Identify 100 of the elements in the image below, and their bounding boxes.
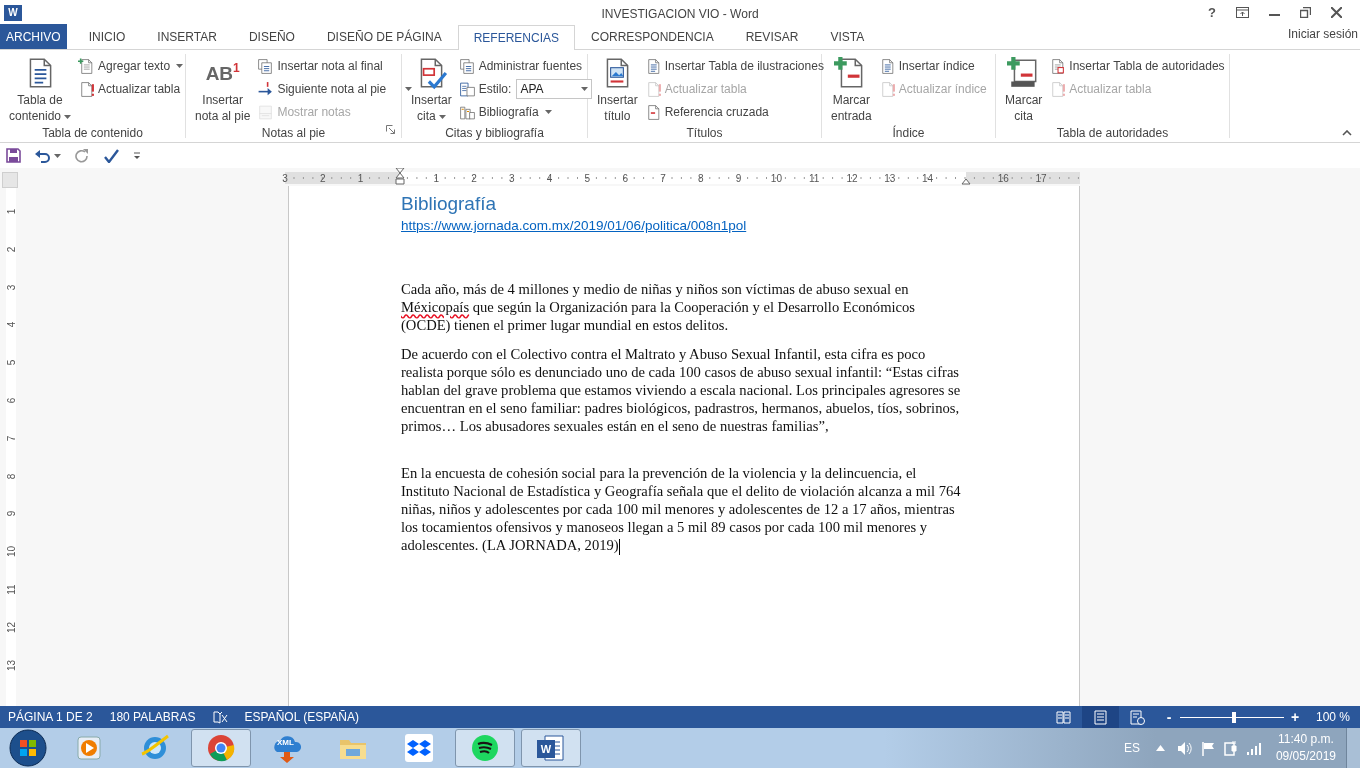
help-button[interactable]: ? xyxy=(1208,2,1216,23)
ruler-number: 17 xyxy=(1034,172,1048,186)
taskbar-button[interactable]: W xyxy=(521,729,581,767)
field-label: Estilo: xyxy=(478,81,512,98)
ribbon-tab[interactable]: INICIO xyxy=(72,24,142,49)
ribbon-tab[interactable]: DISEÑO DE PÁGINA xyxy=(310,24,458,49)
ruler-number: 3 xyxy=(508,172,516,186)
save-icon[interactable] xyxy=(6,148,21,163)
speaker-icon[interactable] xyxy=(1176,740,1193,756)
restore-icon[interactable] xyxy=(1300,7,1311,18)
undo-icon[interactable] xyxy=(35,148,51,163)
ribbon-display-icon[interactable] xyxy=(1236,7,1249,18)
ribbon-button[interactable]: Insertar Tabla de autoridades xyxy=(1049,55,1225,77)
ribbon-button[interactable]: Marcar entrada xyxy=(828,54,875,124)
ribbon-button[interactable]: Administrar fuentes xyxy=(458,55,593,77)
ribbon-button[interactable]: Insertar índice xyxy=(878,55,987,77)
arrow-icon xyxy=(257,80,275,98)
document-stamp-icon xyxy=(1049,57,1067,75)
sign-in-link[interactable]: Iniciar sesión xyxy=(1287,25,1358,43)
documents-icon xyxy=(257,57,275,75)
document-link[interactable]: https://www.jornada.com.mx/2019/01/06/politica/008n1pol xyxy=(401,216,747,236)
ruler-number: 6 xyxy=(621,172,629,186)
collapse-ribbon-icon[interactable] xyxy=(1342,130,1352,136)
redo-icon[interactable] xyxy=(75,148,89,163)
ribbon-tab[interactable]: REVISAR xyxy=(729,24,815,49)
group-label: Índice xyxy=(892,124,925,142)
ribbon-button[interactable]: Bibliografía xyxy=(458,101,593,123)
ribbon-tab[interactable]: ARCHIVO xyxy=(0,24,67,49)
footnote-glyph: AB$^{1}$ xyxy=(205,60,240,86)
ruler-number: 11 xyxy=(4,583,18,597)
show-hidden-icons-icon[interactable] xyxy=(1155,745,1165,751)
zoom-out-button[interactable]: - xyxy=(1163,706,1174,728)
group-label: Notas al pie xyxy=(261,125,326,142)
ribbon-button[interactable]: Actualizar tabla xyxy=(78,78,184,100)
signal-bars-icon[interactable] xyxy=(1245,741,1262,755)
group-label: Tabla de contenido xyxy=(42,125,143,142)
ruler-number: 7 xyxy=(4,434,18,444)
ruler-number: 4 xyxy=(545,172,554,186)
address-book-icon xyxy=(458,80,476,98)
ruler-number: 8 xyxy=(697,172,705,186)
ruler-number: 7 xyxy=(659,172,667,186)
start-orb-icon[interactable] xyxy=(9,729,47,767)
ribbon-tab[interactable]: REFERENCIAS xyxy=(457,25,575,50)
customize-caret-icon[interactable] xyxy=(133,151,141,160)
ruler-number: 11 xyxy=(808,172,821,186)
style-dropdown[interactable]: APA xyxy=(516,79,593,99)
ruler-number: 16 xyxy=(996,172,1010,186)
spelling-check-icon[interactable] xyxy=(103,148,119,163)
ruler-number: 4 xyxy=(4,321,18,330)
group-label: Tabla de autoridades xyxy=(1056,125,1169,142)
window-title: INVESTIGACION VIO - Word xyxy=(601,6,759,23)
taskbar-button[interactable]: XML xyxy=(257,729,317,767)
document-paragraph: En la encuesta de cohesión social para la prevención de la violencia y la delincuencia, el Instituto Nacional de Estadística y Geografía señala que el delito de violación alcanza a mil 764 niñas, niños y adolescentes por cada 100 mil menores y adolescentes de 12 a 17 años, mientras los tocamientos ofensivos y manoseos llegan a 5 mil 89 casos por cada 100 mil menores y adolescentes. (LA JORNADA, 2019) xyxy=(401,463,962,556)
document-icon xyxy=(257,103,275,121)
page-layout-icon xyxy=(1092,709,1108,725)
web-layout-icon xyxy=(1129,709,1145,725)
ruler-number: 12 xyxy=(845,172,859,186)
word-count[interactable]: 180 PALABRAS xyxy=(109,708,196,726)
ruler-number: 13 xyxy=(883,172,897,186)
ribbon-button[interactable]: Tabla de contenido xyxy=(6,54,75,124)
caret-icon xyxy=(54,153,61,158)
ribbon-button[interactable]: Insertar Tabla de ilustraciones xyxy=(644,55,824,77)
zoom-level[interactable]: 100 % xyxy=(1315,708,1350,726)
app-label: XML xyxy=(277,737,294,749)
colored-circle-icon xyxy=(205,732,237,764)
page-count[interactable]: PÁGINA 1 DE 2 xyxy=(8,708,93,726)
ribbon-button[interactable]: Agregar texto xyxy=(78,55,184,77)
ruler-number: 3 xyxy=(4,283,18,292)
ruler-number: 10 xyxy=(769,172,783,186)
app-icon[interactable]: W xyxy=(4,4,22,21)
ruler-number: 2 xyxy=(319,172,327,186)
document-alert-icon xyxy=(78,80,96,98)
ribbon-button[interactable]: Referencia cruzada xyxy=(644,101,824,123)
ruler-number: 9 xyxy=(4,510,18,519)
ribbon-button[interactable]: Insertar título xyxy=(594,54,641,124)
ribbon-tab[interactable]: VISTA xyxy=(814,24,881,49)
ruler-number: 1 xyxy=(4,207,18,217)
sound-waves-icon xyxy=(469,732,501,764)
ruler-number: 5 xyxy=(4,358,18,368)
ruler-number: 2 xyxy=(4,245,18,255)
flag-icon[interactable] xyxy=(1200,740,1216,756)
ribbon-button[interactable]: AB$^{1}$ Insertar nota al pie xyxy=(192,54,254,124)
ruler-number: 2 xyxy=(470,172,478,186)
view-button[interactable] xyxy=(1081,706,1119,728)
ribbon-tab[interactable]: DISEÑO xyxy=(232,24,311,49)
zoom-slider-thumb[interactable] xyxy=(1232,711,1237,723)
taskbar-button[interactable] xyxy=(455,729,515,767)
proofing-book-icon[interactable] xyxy=(212,710,228,724)
ruler-number: 8 xyxy=(4,472,18,481)
language-indicator[interactable]: ESPAÑOL (ESPAÑA) xyxy=(244,708,359,726)
group-label: Citas y bibliografía xyxy=(445,125,544,142)
zoom-in-button[interactable]: + xyxy=(1289,706,1300,728)
close-icon[interactable] xyxy=(1331,7,1342,18)
ruler-number: 5 xyxy=(583,172,592,186)
dialog-launcher-icon[interactable] xyxy=(386,125,395,134)
ribbon-tab[interactable]: INSERTAR xyxy=(141,24,233,49)
document-alert-icon xyxy=(1049,80,1067,98)
ruler-number: 10 xyxy=(4,545,18,560)
ribbon-tab[interactable]: CORRESPONDENCIA xyxy=(575,24,730,49)
ribbon-button[interactable]: Marcar cita xyxy=(1002,54,1046,124)
